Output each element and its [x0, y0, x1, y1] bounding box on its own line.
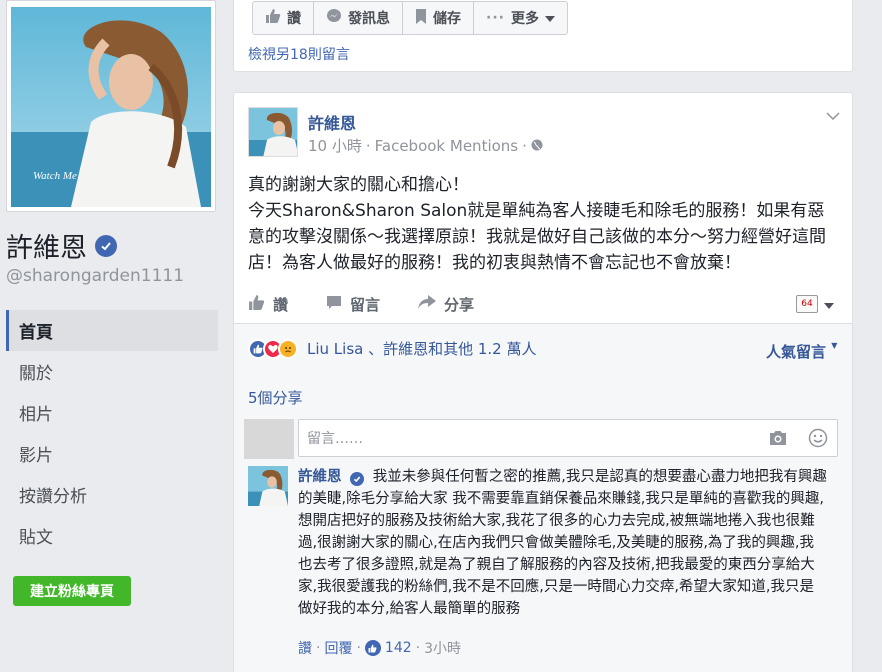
emoji-icon[interactable] [808, 428, 828, 452]
reply-reply-link[interactable]: 回覆 [324, 638, 352, 658]
camera-icon[interactable] [768, 430, 788, 450]
comment-placeholder: 留言…… [307, 431, 363, 447]
sad-reaction-icon [278, 338, 298, 359]
thumbs-up-icon [265, 8, 281, 28]
post-share-button[interactable]: 分享 [418, 294, 474, 315]
post-author-avatar[interactable] [248, 107, 298, 157]
post-body-line: 真的謝謝大家的關心和擔心！ [248, 175, 469, 195]
current-user-avatar [244, 419, 294, 459]
reader-selector[interactable]: 64 [796, 294, 834, 313]
profile-handle[interactable]: @sharongarden1111 [6, 266, 184, 286]
side-nav-videos[interactable]: 影片 [6, 433, 218, 474]
reply-author-name[interactable]: 許維恩 [298, 469, 342, 485]
post-author-name[interactable]: 許維恩 [308, 110, 356, 134]
shares-count-link[interactable]: 5個分享 [248, 387, 303, 408]
like-count-icon [364, 640, 381, 656]
photo-caption-text: Watch Me [33, 170, 77, 182]
reply-comment: 許維恩 我並未參與任何暫之密的推薦,我只是認真的想要盡心盡力地把我有興趣的美睫,… [298, 466, 828, 620]
reply-like-count[interactable]: 142 [385, 640, 412, 656]
thumbs-up-icon [248, 294, 265, 315]
post-body: 真的謝謝大家的關心和擔心！ 今天Sharon&Sharon Salon就是單純為… [248, 172, 838, 276]
page-action-bar: 讚 發訊息 儲存 ··· 更多 [252, 1, 568, 35]
post-options-chevron-icon[interactable] [826, 108, 840, 124]
post-like-button[interactable]: 讚 [248, 294, 288, 315]
reply-author-avatar[interactable] [248, 466, 288, 506]
side-nav-likes[interactable]: 按讚分析 [6, 474, 218, 515]
side-nav-about[interactable]: 關於 [6, 351, 218, 392]
reply-like-link[interactable]: 讚 [298, 638, 312, 658]
reactions-summary[interactable]: Liu Lisa 、許維恩和其他 1.2 萬人 [248, 338, 537, 359]
caret-down-icon: ▼ [831, 341, 838, 350]
post-comment-button[interactable]: 留言 [326, 294, 380, 315]
reader-page-icon: 64 [796, 294, 818, 313]
post-time[interactable]: 10 小時 [308, 135, 362, 156]
page-like-label: 讚 [287, 11, 301, 27]
post-like-label: 讚 [273, 296, 289, 314]
reply-footer: 讚 · 回覆 · 142 · 3小時 [298, 638, 462, 658]
reactions-text[interactable]: Liu Lisa 、許維恩和其他 1.2 萬人 [307, 338, 537, 359]
post-divider [234, 323, 852, 324]
caret-down-icon [544, 10, 555, 26]
reply-text: 我並未參與任何暫之密的推薦,我只是認真的想要盡心盡力地把我有興趣的美睫,除毛分享… [298, 469, 827, 617]
message-label: 發訊息 [348, 11, 390, 27]
post-share-label: 分享 [444, 296, 475, 314]
caret-down-icon [824, 294, 834, 313]
verified-badge-icon [350, 472, 365, 486]
profile-name[interactable]: 許維恩 [6, 226, 87, 265]
post-action-row: 讚 留言 分享 [248, 294, 512, 315]
share-arrow-icon [418, 295, 437, 314]
verified-badge-icon [95, 234, 117, 257]
messenger-icon [326, 8, 342, 28]
view-more-comments-link[interactable]: 檢視另18則留言 [248, 44, 350, 64]
profile-picture-frame[interactable]: Watch Me [6, 0, 216, 212]
side-nav-photos[interactable]: 相片 [6, 392, 218, 433]
comment-input[interactable]: 留言…… [298, 419, 838, 457]
comment-sort-dropdown[interactable]: 人氣留言 ▼ [766, 341, 837, 362]
page-like-button[interactable]: 讚 [253, 2, 314, 34]
reply-time[interactable]: 3小時 [424, 638, 461, 658]
post-meta: 10 小時 · Facebook Mentions · [308, 135, 543, 156]
message-button[interactable]: 發訊息 [314, 2, 403, 34]
comment-bubble-icon [326, 295, 342, 314]
ellipsis-icon: ··· [486, 10, 505, 26]
profile-name-row: 許維恩 [6, 226, 117, 265]
bookmark-icon [415, 8, 427, 28]
post-body-line: 今天Sharon&Sharon Salon就是單純為客人接睫毛和除毛的服務！如果… [248, 201, 826, 273]
page-side-nav: 首頁 關於 相片 影片 按讚分析 貼文 [6, 310, 218, 556]
post-comment-label: 留言 [350, 296, 381, 314]
more-button[interactable]: ··· 更多 [474, 2, 567, 34]
comment-sort-label: 人氣留言 [766, 343, 827, 361]
profile-photo[interactable]: Watch Me [11, 7, 211, 207]
more-label: 更多 [510, 11, 539, 27]
save-button[interactable]: 儲存 [403, 2, 474, 34]
save-label: 儲存 [433, 11, 461, 27]
create-page-button[interactable]: 建立粉絲專頁 [13, 576, 131, 606]
reaction-icons [248, 338, 298, 359]
globe-icon [531, 137, 543, 155]
side-nav-posts[interactable]: 貼文 [6, 515, 218, 556]
post-source[interactable]: Facebook Mentions [375, 137, 518, 155]
side-nav-home[interactable]: 首頁 [6, 310, 218, 351]
